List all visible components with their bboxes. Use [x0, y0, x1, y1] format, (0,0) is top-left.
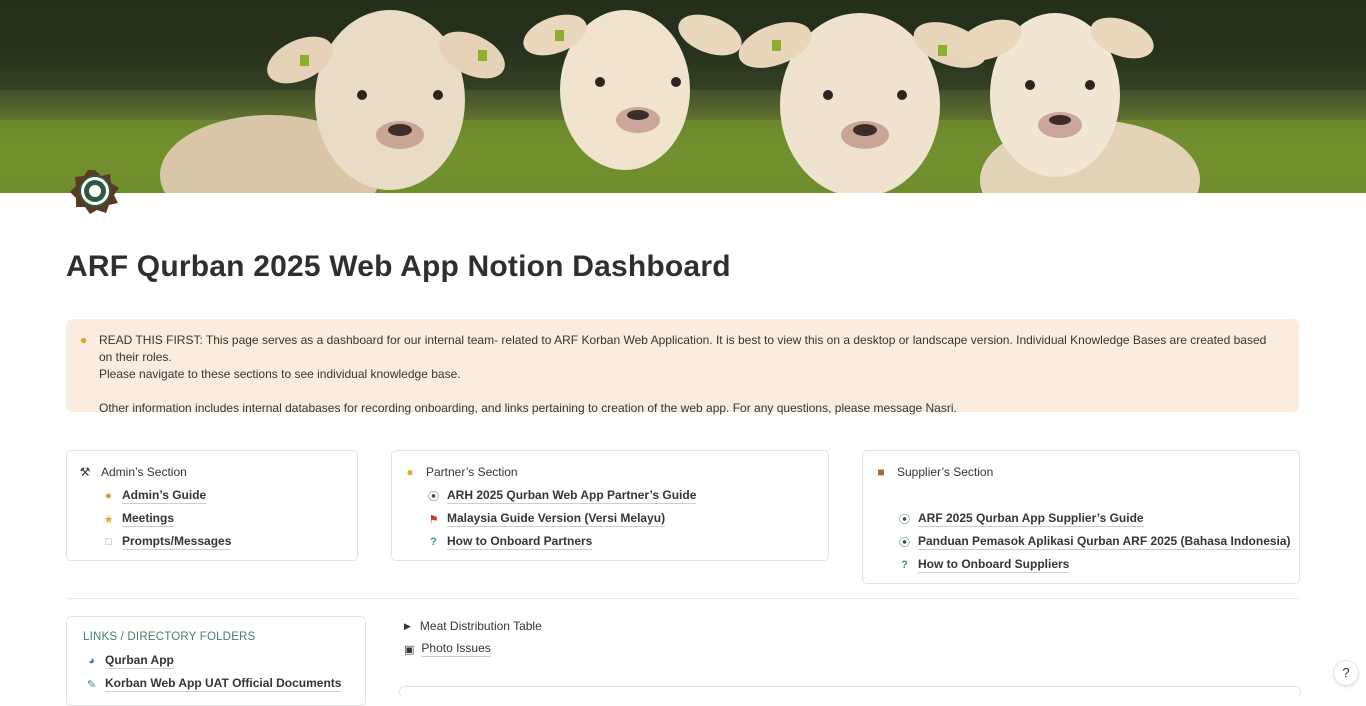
- document-icon: □: [105, 536, 112, 548]
- sheep-illustration: [0, 0, 1366, 193]
- admin-section-header: ⚒ Admin’s Section: [78, 465, 187, 479]
- read-first-callout: ● READ THIS FIRST: This page serves as a…: [66, 319, 1299, 415]
- links-directory-card: LINKS / DIRECTORY FOLDERS ◕ Qurban App ✎…: [66, 616, 366, 706]
- section-divider: [66, 598, 1299, 599]
- callout-text: READ THIS FIRST: This page serves as a d…: [99, 332, 1279, 417]
- malaysia-guide-link[interactable]: ⚑ Malaysia Guide Version (Versi Melayu): [427, 511, 666, 527]
- prompts-messages-link[interactable]: □ Prompts/Messages: [102, 534, 232, 550]
- onboard-suppliers-link[interactable]: ? How to Onboard Suppliers: [898, 557, 1070, 573]
- qurban-app-link[interactable]: ◕ Qurban App: [85, 653, 174, 669]
- supplier-section-title: Supplier’s Section: [897, 465, 994, 479]
- cover-image: [0, 0, 1366, 193]
- callout-line-3: Other information includes internal data…: [99, 401, 957, 415]
- person-icon: ●: [105, 490, 112, 502]
- callout-line-1: READ THIS FIRST: This page serves as a d…: [99, 333, 1267, 364]
- malaysia-flag-icon: ⚑: [428, 513, 439, 526]
- arf-logo-icon: ⦿: [428, 491, 439, 503]
- star-icon: ★: [103, 513, 114, 526]
- arf-logo-icon: ⦿: [899, 514, 910, 526]
- page-title: ARF Qurban 2025 Web App Notion Dashboard: [66, 250, 731, 283]
- arf-logo-icon: ⦿: [899, 537, 910, 549]
- toggle-triangle-icon[interactable]: ▶: [404, 621, 411, 632]
- partner-guide-label: ARH 2025 Qurban Web App Partner’s Guide: [447, 488, 697, 504]
- question-icon: ?: [430, 536, 437, 548]
- links-heading: LINKS / DIRECTORY FOLDERS: [83, 631, 256, 643]
- onboard-suppliers-label: How to Onboard Suppliers: [918, 557, 1070, 573]
- meat-distribution-label: Meat Distribution Table: [419, 619, 542, 633]
- admin-section-title: Admin’s Section: [101, 465, 187, 479]
- meetings-link[interactable]: ★ Meetings: [102, 511, 175, 527]
- onboard-partners-label: How to Onboard Partners: [447, 534, 593, 550]
- qurban-app-label: Qurban App: [105, 653, 174, 669]
- partner-section-header: ● Partner’s Section: [403, 465, 518, 479]
- camera-icon: ▣: [404, 643, 415, 656]
- indonesia-guide-label: Panduan Pemasok Aplikasi Qurban ARF 2025…: [918, 534, 1291, 550]
- onboard-partners-link[interactable]: ? How to Onboard Partners: [427, 534, 593, 550]
- lower-content-card: [399, 686, 1301, 697]
- supplier-section-card: ■ Supplier’s Section ⦿ ARF 2025 Qurban A…: [862, 450, 1300, 584]
- question-icon: ?: [901, 559, 908, 571]
- package-icon: ■: [877, 465, 885, 479]
- partner-guide-link[interactable]: ⦿ ARH 2025 Qurban Web App Partner’s Guid…: [427, 488, 697, 504]
- indonesia-guide-link[interactable]: ⦿ Panduan Pemasok Aplikasi Qurban ARF 20…: [898, 534, 1291, 550]
- supplier-guide-link[interactable]: ⦿ ARF 2025 Qurban App Supplier’s Guide: [898, 511, 1144, 527]
- callout-line-2: Please navigate to these sections to see…: [99, 367, 461, 381]
- meetings-label: Meetings: [122, 511, 175, 527]
- page-logo-icon[interactable]: [70, 170, 120, 214]
- photo-issues-label: Photo Issues: [421, 641, 491, 657]
- photo-issues-link[interactable]: ▣ Photo Issues: [404, 641, 491, 657]
- hammer-wrench-icon: ⚒: [79, 465, 91, 479]
- handshake-icon: ●: [406, 465, 414, 479]
- admin-guide-link[interactable]: ● Admin’s Guide: [102, 488, 207, 504]
- help-button[interactable]: ?: [1334, 661, 1358, 685]
- partner-section-title: Partner’s Section: [426, 465, 518, 479]
- partner-section-card: ● Partner’s Section ⦿ ARH 2025 Qurban We…: [391, 450, 829, 561]
- globe-icon: ◕: [88, 655, 95, 667]
- lightbulb-icon: ●: [80, 333, 88, 347]
- supplier-section-header: ■ Supplier’s Section: [874, 465, 993, 479]
- admin-guide-label: Admin’s Guide: [122, 488, 207, 504]
- pencil-icon: ✎: [86, 678, 97, 691]
- admin-section-card: ⚒ Admin’s Section ● Admin’s Guide ★ Meet…: [66, 450, 358, 561]
- prompts-messages-label: Prompts/Messages: [122, 534, 232, 550]
- malaysia-guide-label: Malaysia Guide Version (Versi Melayu): [447, 511, 666, 527]
- meat-distribution-toggle[interactable]: ▶ Meat Distribution Table: [404, 619, 542, 633]
- supplier-guide-label: ARF 2025 Qurban App Supplier’s Guide: [918, 511, 1144, 527]
